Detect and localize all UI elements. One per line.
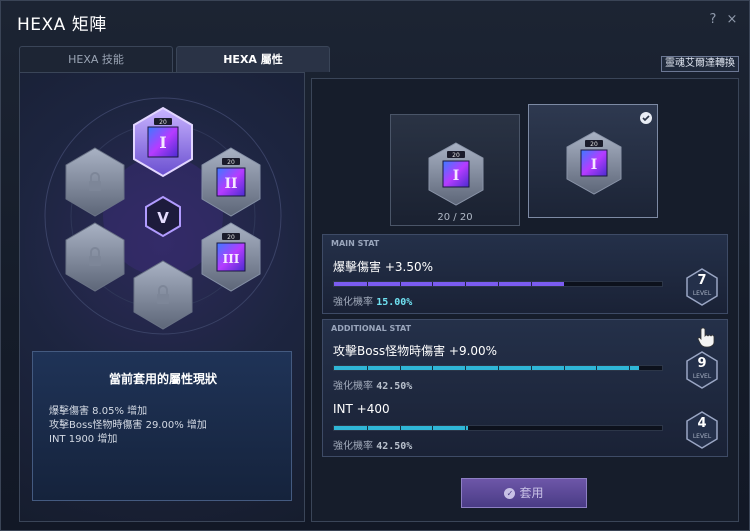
- chance-value: 15.00%: [376, 297, 413, 308]
- bar-tick: [531, 282, 532, 286]
- check-icon: [640, 112, 652, 124]
- bar-tick: [465, 366, 466, 370]
- svg-text:II: II: [224, 176, 237, 192]
- apply-label: 套用: [519, 486, 544, 500]
- svg-text:20: 20: [590, 141, 598, 148]
- additional-stat-section: ADDITIONAL STAT 攻擊Boss怪物時傷害 +9.00% 強化機率 …: [322, 319, 728, 457]
- chance-label: 強化機率: [333, 381, 373, 392]
- chance-value: 42.50%: [376, 381, 413, 392]
- bar-tick: [367, 282, 368, 286]
- matrix-panel: I 20 II 20 V III 20 當前套用的屬性現狀 爆擊傷害 8.05%…: [19, 72, 305, 522]
- additional-stat-2-name: INT +400: [333, 402, 390, 416]
- bar-tick: [465, 282, 466, 286]
- main-stat-name: 爆擊傷害 +3.50%: [333, 260, 433, 274]
- status-line: INT 1900 增加: [49, 434, 118, 445]
- chance-value: 42.50%: [376, 441, 413, 452]
- additional-stat-header: ADDITIONAL STAT: [331, 324, 412, 333]
- bar-tick: [531, 366, 532, 370]
- additional-stat-2-progress-bar: [333, 425, 663, 431]
- bar-tick: [629, 366, 630, 370]
- title-bar[interactable]: HEXA 矩陣 ? ×: [1, 1, 750, 41]
- progress-fill: [334, 366, 639, 370]
- bar-tick: [564, 366, 565, 370]
- additional-stat-1-name: 攻擊Boss怪物時傷害 +9.00%: [333, 344, 498, 358]
- bar-tick: [367, 366, 368, 370]
- bar-tick: [498, 426, 499, 430]
- bar-tick: [564, 282, 565, 286]
- level-label: LEVEL: [692, 373, 712, 380]
- bar-tick: [432, 366, 433, 370]
- bar-tick: [498, 366, 499, 370]
- apply-button[interactable]: ✓ 套用: [461, 478, 587, 508]
- bar-tick: [629, 282, 630, 286]
- additional-stat-1-progress-bar: [333, 365, 663, 371]
- bar-tick: [400, 282, 401, 286]
- additional-stat-2-chance: 強化機率 42.50%: [333, 437, 412, 452]
- svg-text:20: 20: [452, 152, 460, 159]
- status-line: 爆擊傷害 8.05% 增加: [49, 406, 148, 417]
- svg-text:I: I: [453, 168, 460, 184]
- current-stat-status: 當前套用的屬性現狀 爆擊傷害 8.05% 增加 攻擊Boss怪物時傷害 29.0…: [32, 351, 292, 501]
- hexa-matrix-window: HEXA 矩陣 ? × HEXA 技能 HEXA 屬性 靈魂艾爾達轉換 I 20…: [0, 0, 750, 531]
- hexa-matrix-diagram: I 20 II 20 V III 20: [44, 97, 282, 335]
- stat-detail-panel: I 20 20 / 20 I 20 MAIN STAT 爆擊傷害 +3.50% …: [311, 78, 739, 522]
- svg-text:III: III: [223, 252, 240, 266]
- core-icon: I 20: [428, 142, 484, 206]
- bar-tick: [400, 426, 401, 430]
- level-number: 7: [697, 273, 707, 288]
- main-stat-level: 7 LEVEL: [685, 268, 719, 306]
- core-icon: I 20: [566, 112, 652, 195]
- sol-erda-convert-button[interactable]: 靈魂艾爾達轉換: [661, 56, 739, 72]
- help-button[interactable]: ?: [706, 12, 720, 28]
- window-title: HEXA 矩陣: [17, 15, 107, 35]
- svg-text:V: V: [157, 209, 169, 227]
- level-number: 4: [697, 416, 707, 431]
- core-level-caption: 20 / 20: [437, 212, 473, 223]
- bar-tick: [564, 426, 565, 430]
- main-stat-header: MAIN STAT: [331, 239, 380, 248]
- core-card-current[interactable]: I 20: [390, 114, 520, 226]
- bar-tick: [596, 426, 597, 430]
- level-label: LEVEL: [692, 433, 712, 440]
- additional-stat-1-chance: 強化機率 42.50%: [333, 377, 412, 392]
- check-circle-icon: ✓: [504, 488, 516, 499]
- svg-text:20: 20: [227, 159, 235, 166]
- node-roman: I: [159, 133, 166, 152]
- additional-stat-1-level: 9 LEVEL: [685, 351, 719, 389]
- level-number: 9: [697, 356, 707, 371]
- node-level: 20: [159, 119, 167, 126]
- bar-tick: [400, 366, 401, 370]
- chance-label: 強化機率: [333, 441, 373, 452]
- main-stat-section: MAIN STAT 爆擊傷害 +3.50% 強化機率 15.00% 7 LEVE…: [322, 234, 728, 314]
- progress-fill: [334, 282, 564, 286]
- bar-tick: [531, 426, 532, 430]
- status-line: 攻擊Boss怪物時傷害 29.00% 增加: [49, 420, 207, 431]
- bar-tick: [465, 426, 466, 430]
- bar-tick: [367, 426, 368, 430]
- v-emblem-icon: V: [145, 195, 181, 238]
- svg-text:20: 20: [227, 234, 235, 241]
- bar-tick: [596, 366, 597, 370]
- status-title: 當前套用的屬性現狀: [108, 372, 217, 386]
- bar-tick: [629, 426, 630, 430]
- bar-tick: [432, 426, 433, 430]
- chance-label: 強化機率: [333, 297, 373, 308]
- bar-tick: [432, 282, 433, 286]
- bar-tick: [498, 282, 499, 286]
- bar-tick: [596, 282, 597, 286]
- main-stat-progress-bar: [333, 281, 663, 287]
- tab-hexa-skill[interactable]: HEXA 技能: [19, 46, 173, 72]
- progress-fill: [334, 426, 468, 430]
- main-stat-chance: 強化機率 15.00%: [333, 293, 412, 308]
- additional-stat-2-level: 4 LEVEL: [685, 411, 719, 449]
- core-card-selected[interactable]: I 20: [528, 104, 658, 218]
- close-button[interactable]: ×: [725, 12, 739, 28]
- tab-hexa-stat[interactable]: HEXA 屬性: [176, 46, 330, 72]
- svg-text:I: I: [591, 157, 598, 173]
- hand-cursor-icon: [697, 327, 715, 348]
- level-label: LEVEL: [692, 290, 712, 297]
